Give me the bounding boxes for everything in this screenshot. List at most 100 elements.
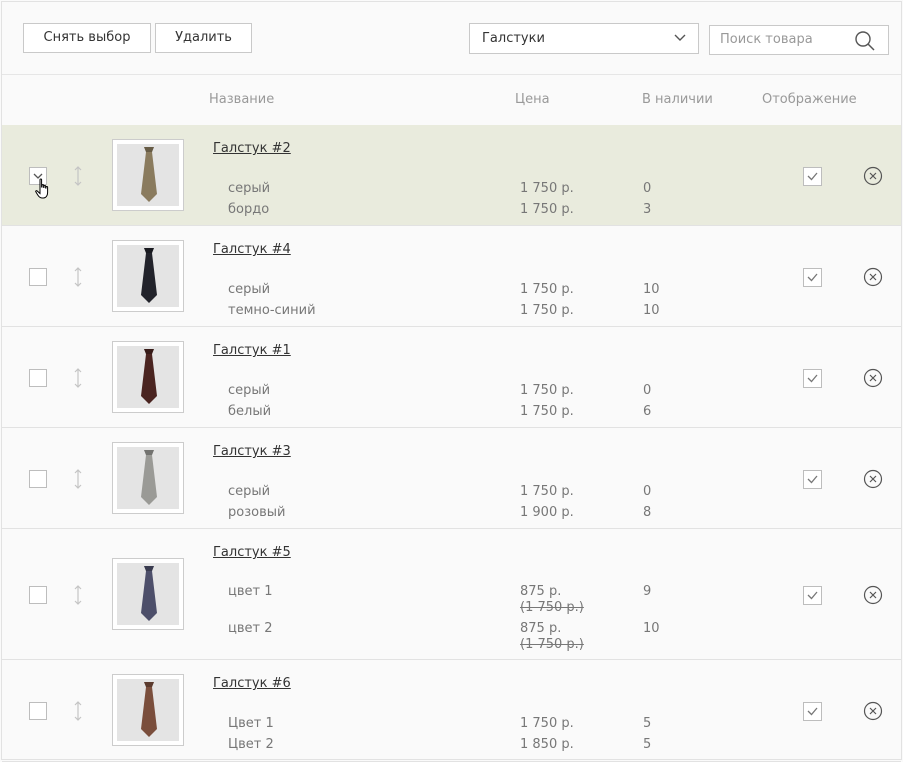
variant-name: серый [228, 181, 271, 196]
variant-stock: 6 [643, 404, 652, 419]
visibility-toggle[interactable] [803, 167, 822, 186]
drag-handle-icon[interactable] [73, 469, 83, 489]
visibility-toggle[interactable] [803, 702, 822, 721]
column-visibility[interactable]: Отображение [762, 92, 857, 107]
delete-product-button[interactable] [863, 166, 883, 186]
check-icon [807, 374, 818, 383]
close-circle-icon [863, 368, 883, 388]
variant-price: 1 750 р. [520, 202, 574, 217]
product-row[interactable]: Галстук #3 серый 1 750 р. 0 розовый 1 900 р. 8 [2, 428, 901, 529]
chevron-down-icon [674, 24, 686, 64]
select-checkbox[interactable] [29, 369, 47, 387]
visibility-toggle[interactable] [803, 586, 822, 605]
delete-product-button[interactable] [863, 368, 883, 388]
check-icon [807, 591, 818, 600]
product-title-link[interactable]: Галстук #5 [213, 545, 291, 560]
column-stock[interactable]: В наличии [642, 92, 713, 107]
close-circle-icon [863, 469, 883, 489]
check-icon [807, 172, 818, 181]
visibility-toggle[interactable] [803, 369, 822, 388]
product-row[interactable]: Галстук #4 серый 1 750 р. 10 темно-синий 1 75… [2, 226, 901, 327]
variant-price: 1 750 р. [520, 181, 574, 196]
tie-image [141, 147, 157, 202]
variant-stock: 9 [643, 584, 652, 599]
variant-price: 1 750 р. [520, 484, 574, 499]
variant-name: цвет 2 [228, 621, 273, 636]
variant-price: 1 850 р. [520, 737, 574, 752]
tie-image [141, 248, 157, 303]
visibility-toggle[interactable] [803, 268, 822, 287]
select-checkbox[interactable] [29, 702, 47, 720]
variant-price: 1 750 р. [520, 303, 574, 318]
close-circle-icon [863, 701, 883, 721]
variant-stock: 0 [643, 181, 652, 196]
variant-stock: 0 [643, 484, 652, 499]
toolbar: Снять выбор Удалить Галстуки Поиск товар… [2, 2, 901, 75]
check-icon [807, 707, 818, 716]
variant-stock: 3 [643, 202, 652, 217]
search-icon[interactable] [854, 30, 876, 56]
variant-old-price: (1 750 р.) [520, 600, 584, 615]
variant-name: серый [228, 383, 271, 398]
product-row[interactable]: Галстук #2 серый 1 750 р. 0 бордо 1 750 р. 3 [2, 125, 901, 226]
category-select[interactable]: Галстуки [469, 23, 699, 54]
drag-handle-icon[interactable] [73, 166, 83, 186]
variant-price: 1 750 р. [520, 404, 574, 419]
deselect-button[interactable]: Снять выбор [23, 23, 151, 53]
product-row[interactable]: Галстук #5 цвет 1 875 р. (1 750 р.) 9 цвет 28… [2, 529, 901, 660]
tie-image [141, 349, 157, 404]
product-title-link[interactable]: Галстук #3 [213, 444, 291, 459]
product-thumbnail[interactable] [112, 442, 184, 514]
product-thumbnail[interactable] [112, 139, 184, 211]
drag-handle-icon[interactable] [73, 701, 83, 721]
delete-button[interactable]: Удалить [155, 23, 252, 53]
category-select-value: Галстуки [482, 31, 545, 46]
drag-handle-icon[interactable] [73, 267, 83, 287]
hand-cursor-icon [35, 178, 51, 204]
delete-product-button[interactable] [863, 585, 883, 605]
search-field[interactable]: Поиск товара [709, 25, 889, 55]
product-title-link[interactable]: Галстук #4 [213, 242, 291, 257]
product-title-link[interactable]: Галстук #6 [213, 676, 291, 691]
close-circle-icon [863, 267, 883, 287]
variant-name: Цвет 1 [228, 716, 274, 731]
variant-price: 875 р. [520, 621, 562, 636]
close-circle-icon [863, 166, 883, 186]
variant-name: бордо [228, 202, 270, 217]
delete-product-button[interactable] [863, 701, 883, 721]
column-name[interactable]: Название [209, 92, 274, 107]
variant-stock: 10 [643, 303, 660, 318]
delete-product-button[interactable] [863, 267, 883, 287]
variant-price: 875 р. [520, 584, 562, 599]
product-row[interactable]: Галстук #1 серый 1 750 р. 0 белый 1 750 р. 6 [2, 327, 901, 428]
column-price[interactable]: Цена [515, 92, 550, 107]
product-thumbnail[interactable] [112, 240, 184, 312]
product-thumbnail[interactable] [112, 558, 184, 630]
variant-stock: 0 [643, 383, 652, 398]
product-list-panel: Снять выбор Удалить Галстуки Поиск товар… [1, 1, 902, 762]
select-checkbox[interactable] [29, 586, 47, 604]
product-row[interactable]: Галстук #6 Цвет 1 1 750 р. 5 Цвет 2 1 850 р. 5 [2, 660, 901, 762]
drag-handle-icon[interactable] [73, 585, 83, 605]
variant-name: белый [228, 404, 272, 419]
check-icon [807, 475, 818, 484]
select-checkbox[interactable] [29, 470, 47, 488]
variant-price: 1 750 р. [520, 716, 574, 731]
product-title-link[interactable]: Галстук #2 [213, 141, 291, 156]
variant-stock: 8 [643, 505, 652, 520]
tie-image [141, 450, 157, 505]
variant-stock: 5 [643, 716, 652, 731]
check-icon [807, 273, 818, 282]
product-title-link[interactable]: Галстук #1 [213, 343, 291, 358]
variant-old-price: (1 750 р.) [520, 637, 584, 652]
variant-stock: 5 [643, 737, 652, 752]
select-checkbox[interactable] [29, 268, 47, 286]
product-thumbnail[interactable] [112, 341, 184, 413]
variant-name: серый [228, 282, 271, 297]
variant-price: 1 750 р. [520, 282, 574, 297]
drag-handle-icon[interactable] [73, 368, 83, 388]
visibility-toggle[interactable] [803, 470, 822, 489]
product-thumbnail[interactable] [112, 674, 184, 746]
delete-product-button[interactable] [863, 469, 883, 489]
variant-price: 1 750 р. [520, 383, 574, 398]
